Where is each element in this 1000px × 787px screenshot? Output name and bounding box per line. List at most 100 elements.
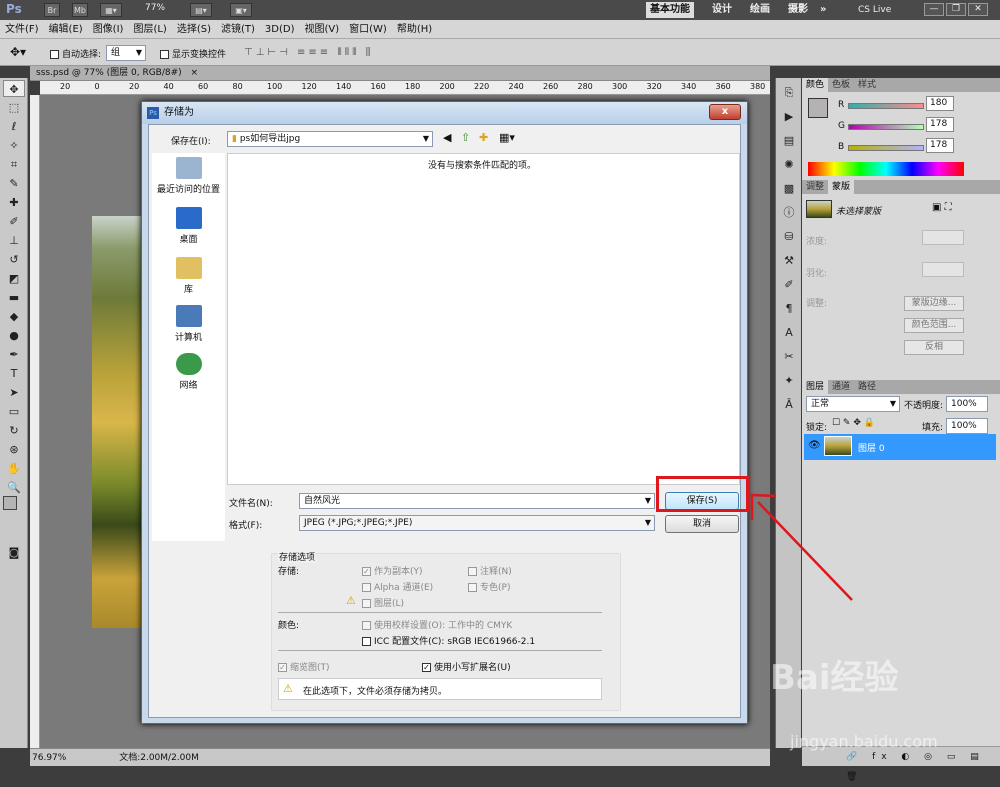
- auto-select-checkbox[interactable]: 自动选择:: [50, 47, 101, 60]
- tab-color[interactable]: 颜色: [802, 78, 829, 92]
- tab-layers[interactable]: 图层: [802, 380, 829, 394]
- up-folder-icon[interactable]: ⇧: [461, 131, 470, 144]
- blend-mode-dropdown[interactable]: 正常 ▼: [806, 396, 900, 412]
- zoom-level[interactable]: 77%: [145, 3, 165, 13]
- close-app-button[interactable]: ✕: [968, 3, 988, 16]
- save-in-dropdown[interactable]: ▮ ps如何导出jpg ▼: [227, 131, 433, 147]
- type-tool-icon[interactable]: T: [3, 365, 25, 382]
- path-select-icon[interactable]: ➤: [3, 384, 25, 401]
- screen-mode-button[interactable]: ▣▾: [230, 3, 252, 17]
- menu-3d[interactable]: 3D(D): [260, 20, 300, 39]
- dodge-tool-icon[interactable]: ●: [3, 327, 25, 344]
- new-folder-icon[interactable]: ✚: [479, 131, 488, 144]
- channel-b-slider[interactable]: [848, 145, 924, 151]
- minimize-button[interactable]: —: [924, 3, 944, 16]
- channel-r-value[interactable]: 180: [926, 96, 954, 111]
- workspace-design[interactable]: 设计: [712, 2, 732, 18]
- menu-help[interactable]: 帮助(H): [392, 20, 437, 39]
- channel-b-value[interactable]: 178: [926, 138, 954, 153]
- cs-live-button[interactable]: CS Live: [858, 2, 891, 18]
- icc-profile-checkbox[interactable]: ICC 配置文件(C): sRGB IEC61966-2.1: [362, 634, 535, 647]
- place-desktop[interactable]: 桌面: [152, 207, 225, 245]
- view-extras-button[interactable]: ▦▾: [100, 3, 122, 17]
- menu-view[interactable]: 视图(V): [299, 20, 344, 39]
- zoom-tool-icon[interactable]: 🔍: [3, 479, 25, 496]
- quick-select-tool-icon[interactable]: ✧: [3, 137, 25, 154]
- close-document-icon[interactable]: ×: [191, 68, 199, 78]
- menu-edit[interactable]: 编辑(E): [44, 20, 88, 39]
- crop-tool-icon[interactable]: ⌗: [3, 156, 25, 173]
- visibility-eye-icon[interactable]: 👁: [808, 440, 821, 451]
- marquee-tool-icon[interactable]: ⬚: [3, 99, 25, 116]
- arrange-documents-button[interactable]: ▤▾: [190, 3, 212, 17]
- align-icons[interactable]: ⊤⊥⊢⊣ ≡≡≡ ⦀⦀⦀ ⫼: [244, 47, 373, 58]
- layer-row[interactable]: 👁 图层 0: [804, 434, 996, 460]
- show-transform-checkbox[interactable]: 显示变换控件: [160, 47, 226, 60]
- character-icon[interactable]: A: [779, 324, 799, 342]
- menu-window[interactable]: 窗口(W): [344, 20, 392, 39]
- actions-icon[interactable]: ▶: [779, 108, 799, 126]
- eyedropper-tool-icon[interactable]: ✎: [3, 175, 25, 192]
- channel-g-value[interactable]: 178: [926, 117, 954, 132]
- paragraph-icon[interactable]: ¶: [779, 300, 799, 318]
- minibridge-button[interactable]: Mb: [72, 3, 88, 17]
- brush-presets-icon[interactable]: ✺: [779, 156, 799, 174]
- thumbnail-checkbox[interactable]: ✓ 缩览图(T): [278, 660, 330, 673]
- alpha-channels-checkbox[interactable]: Alpha 通道(E): [362, 580, 433, 593]
- dialog-close-button[interactable]: x: [709, 104, 741, 120]
- tool-presets-icon[interactable]: ⚒: [779, 252, 799, 270]
- density-field[interactable]: [922, 230, 964, 245]
- lowercase-extension-checkbox[interactable]: ✓ 使用小写扩展名(U): [422, 660, 511, 673]
- channel-r-slider[interactable]: [848, 103, 924, 109]
- 3d-orbit-icon[interactable]: ⊛: [3, 441, 25, 458]
- menu-filter[interactable]: 滤镜(T): [216, 20, 260, 39]
- color-range-button[interactable]: 颜色范围...: [904, 318, 964, 333]
- color-spectrum-bar[interactable]: [808, 162, 964, 176]
- view-menu-icon[interactable]: ▦▾: [499, 131, 515, 144]
- brushes-icon[interactable]: ✐: [779, 276, 799, 294]
- format-dropdown[interactable]: JPEG (*.JPG;*.JPEG;*.JPE) ▼: [299, 515, 655, 531]
- tab-swatches[interactable]: 色板: [828, 78, 854, 92]
- move-tool-icon[interactable]: ✥: [3, 80, 25, 97]
- spot-colors-checkbox[interactable]: 专色(P): [468, 580, 510, 593]
- dialog-title-bar[interactable]: Ps 存储为 x: [142, 102, 747, 124]
- filename-input[interactable]: 自然风光 ▼: [299, 493, 655, 509]
- menu-image[interactable]: 图像(I): [88, 20, 129, 39]
- tab-masks[interactable]: 蒙版: [828, 180, 855, 194]
- file-list[interactable]: 没有与搜索条件匹配的项。: [227, 153, 740, 485]
- as-copy-checkbox[interactable]: ✓ 作为副本(Y): [362, 564, 423, 577]
- color-fg-swatch[interactable]: [808, 98, 828, 118]
- tab-adjustments[interactable]: 调整: [802, 180, 828, 194]
- 3d-icon[interactable]: ✂: [779, 348, 799, 366]
- move-tool-icon[interactable]: ✥▾: [10, 45, 26, 59]
- gradient-tool-icon[interactable]: ▬: [3, 289, 25, 306]
- pen-tool-icon[interactable]: ✒: [3, 346, 25, 363]
- histogram-icon[interactable]: ▩: [779, 180, 799, 198]
- healing-tool-icon[interactable]: ✚: [3, 194, 25, 211]
- restore-button[interactable]: ❐: [946, 3, 966, 16]
- hand-tool-icon[interactable]: ✋: [3, 460, 25, 477]
- fill-field[interactable]: 100%: [946, 418, 988, 434]
- styles-icon[interactable]: ✦: [779, 372, 799, 390]
- stamp-tool-icon[interactable]: ⊥: [3, 232, 25, 249]
- auto-select-dropdown[interactable]: 组 ▼: [106, 45, 146, 61]
- document-tab[interactable]: sss.psd @ 77% (图层 0, RGB/8#) ×: [30, 66, 770, 81]
- workspace-essentials[interactable]: 基本功能: [646, 2, 694, 18]
- quick-mask-icon[interactable]: ◙: [3, 544, 25, 561]
- history-icon[interactable]: ⎘: [779, 84, 799, 102]
- layers-checkbox[interactable]: 图层(L): [362, 596, 404, 609]
- lock-icons[interactable]: ☐ ✎ ✥ 🔒: [832, 418, 875, 428]
- place-recent[interactable]: 最近访问的位置: [152, 157, 225, 195]
- place-network[interactable]: 网络: [152, 353, 225, 391]
- menu-select[interactable]: 选择(S): [172, 20, 216, 39]
- workspace-painting[interactable]: 绘画: [750, 2, 770, 18]
- mask-edge-button[interactable]: 蒙版边缘...: [904, 296, 964, 311]
- opacity-field[interactable]: 100%: [946, 396, 988, 412]
- tab-styles[interactable]: 样式: [854, 78, 880, 92]
- place-libraries[interactable]: 库: [152, 257, 225, 295]
- foreground-color-swatch[interactable]: [3, 496, 17, 510]
- workspace-photography[interactable]: 摄影: [788, 2, 808, 18]
- status-zoom[interactable]: 76.97%: [32, 753, 66, 763]
- history-brush-icon[interactable]: ↺: [3, 251, 25, 268]
- menu-layer[interactable]: 图层(L): [128, 20, 171, 39]
